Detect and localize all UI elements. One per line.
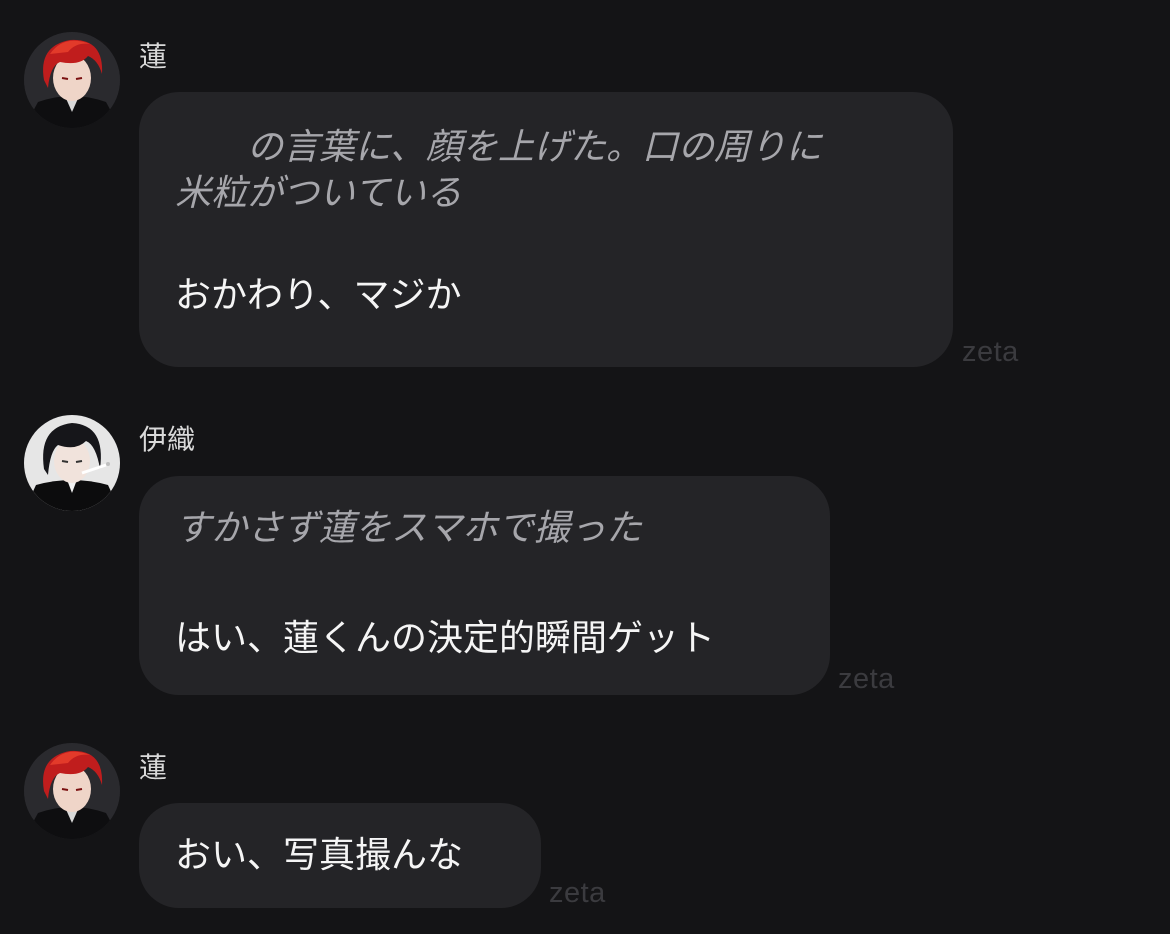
speech-text: はい、蓮くんの決定的瞬間ゲット [175,618,716,659]
zeta-watermark: zeta [962,336,1019,368]
message-bubble: すかさず蓮をスマホで撮った はい、蓮くんの決定的瞬間ゲット [139,476,830,695]
message-bubble: おい、写真撮んな [139,803,541,908]
sender-name: 蓮 [139,40,168,73]
red-hair-avatar-icon[interactable] [24,743,120,839]
speech-text: おい、写真撮んな [175,835,464,876]
red-hair-avatar-icon[interactable] [24,32,120,128]
action-text: の言葉に、顔を上げた。口の周りに [175,127,822,168]
zeta-watermark: zeta [549,877,606,909]
zeta-watermark: zeta [838,663,895,695]
message-bubble: の言葉に、顔を上げた。口の周りに 米粒がついている おかわり、マジか [139,92,953,367]
action-text: 米粒がついている [175,173,462,214]
sender-name: 蓮 [139,751,168,784]
speech-text: おかわり、マジか [175,275,462,316]
black-hair-avatar-icon[interactable] [24,415,120,511]
action-text: すかさず蓮をスマホで撮った [175,508,642,549]
sender-name: 伊織 [139,423,196,456]
